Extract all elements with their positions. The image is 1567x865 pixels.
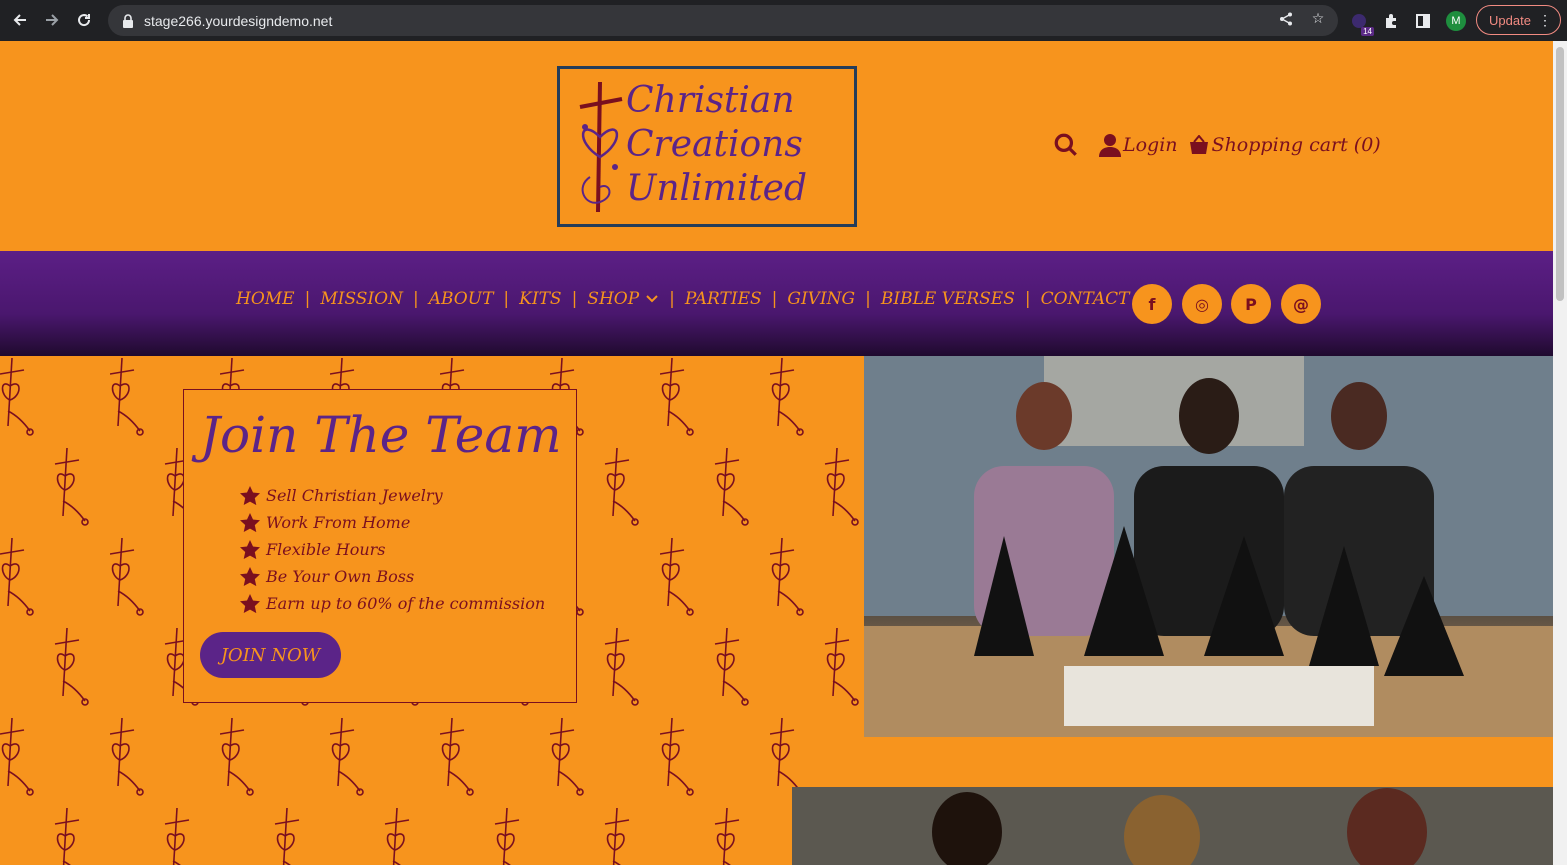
star-icon xyxy=(240,513,260,532)
forward-icon[interactable] xyxy=(36,4,68,36)
reload-icon[interactable] xyxy=(68,4,100,36)
nav-divider: | xyxy=(865,289,871,309)
shopping-cart-link[interactable]: Shopping cart (0) xyxy=(1188,134,1381,156)
extension-badge: 14 xyxy=(1361,26,1374,36)
join-title: Join The Team xyxy=(200,406,562,464)
nav-item-parties[interactable]: PARTIES xyxy=(685,289,762,309)
nav-divider: | xyxy=(669,289,675,309)
cart-label: Shopping cart (0) xyxy=(1211,134,1381,156)
logo-line-2: Creations xyxy=(626,124,803,165)
scrollbar-thumb[interactable] xyxy=(1556,47,1564,301)
nav-item-home[interactable]: HOME xyxy=(236,289,295,309)
list-item: Work From Home xyxy=(240,509,545,536)
benefit-text: Be Your Own Boss xyxy=(266,567,415,586)
star-icon xyxy=(240,594,260,613)
benefits-list: Sell Christian Jewelry Work From Home Fl… xyxy=(240,482,545,617)
list-item: Flexible Hours xyxy=(240,536,545,563)
star-icon xyxy=(240,540,260,559)
pinterest-icon[interactable]: P xyxy=(1231,284,1271,324)
nav-divider: | xyxy=(304,289,311,309)
facebook-icon[interactable]: f xyxy=(1132,284,1172,324)
browser-toolbar: stage266.yourdesigndemo.net ☆ 14 M Updat… xyxy=(0,0,1567,41)
orange-spacer xyxy=(864,737,1553,787)
nav-divider: | xyxy=(771,289,778,309)
nav-item-mission[interactable]: MISSION xyxy=(320,289,403,309)
threads-icon[interactable]: @ xyxy=(1281,284,1321,324)
nav-item-kits[interactable]: KITS xyxy=(519,289,561,309)
back-icon[interactable] xyxy=(4,4,36,36)
user-icon xyxy=(1099,134,1121,157)
list-item: Earn up to 60% of the commission xyxy=(240,590,545,617)
nav-item-bible-verses[interactable]: BIBLE VERSES xyxy=(881,289,1015,309)
basket-icon xyxy=(1189,135,1208,154)
profile-avatar[interactable]: M xyxy=(1446,10,1466,31)
team-photo xyxy=(864,356,1553,737)
nav-divider: | xyxy=(503,289,510,309)
site-logo[interactable]: Christian Creations Unlimited xyxy=(557,66,857,227)
login-link[interactable]: Login xyxy=(1099,133,1178,157)
url-text: stage266.yourdesigndemo.net xyxy=(144,12,333,29)
search-button[interactable] xyxy=(1053,132,1079,158)
page-scrollbar[interactable] xyxy=(1553,41,1567,865)
bookmark-star-icon[interactable]: ☆ xyxy=(1310,11,1326,27)
header-actions: Login Shopping cart (0) xyxy=(1053,132,1381,158)
chevron-down-icon xyxy=(646,295,658,303)
nav-divider: | xyxy=(412,289,419,309)
nav-divider: | xyxy=(571,289,578,309)
update-button[interactable]: Update ⋮ xyxy=(1476,5,1561,35)
star-icon xyxy=(240,486,260,505)
site-header: Christian Creations Unlimited Login Shop… xyxy=(0,41,1553,251)
login-label: Login xyxy=(1123,134,1178,156)
nav-item-about[interactable]: ABOUT xyxy=(429,289,494,309)
main-nav: HOME | MISSION | ABOUT | KITS | SHOP | P… xyxy=(0,251,1553,356)
nav-item-giving[interactable]: GIVING xyxy=(787,289,855,309)
side-panel-icon[interactable] xyxy=(1414,12,1432,30)
benefit-text: Sell Christian Jewelry xyxy=(266,486,443,505)
instagram-icon[interactable]: ◎ xyxy=(1182,284,1222,324)
menu-dots-icon[interactable]: ⋮ xyxy=(1538,12,1552,29)
address-bar[interactable]: stage266.yourdesigndemo.net ☆ xyxy=(108,5,1338,36)
extension-icon[interactable]: 14 xyxy=(1350,12,1374,36)
nav-item-shop-label: SHOP xyxy=(587,289,640,309)
update-label: Update xyxy=(1489,12,1531,28)
logo-line-1: Christian xyxy=(626,80,795,121)
join-team-card: Join The Team Sell Christian Jewelry Wor… xyxy=(183,389,577,703)
share-icon[interactable] xyxy=(1278,11,1294,27)
list-item: Sell Christian Jewelry xyxy=(240,482,545,509)
nav-menu: HOME | MISSION | ABOUT | KITS | SHOP | P… xyxy=(236,289,1129,309)
list-item: Be Your Own Boss xyxy=(240,563,545,590)
join-now-button[interactable]: JOIN NOW xyxy=(200,632,341,678)
benefit-text: Flexible Hours xyxy=(266,540,386,559)
second-photo xyxy=(792,787,1553,865)
logo-line-3: Unlimited xyxy=(626,168,808,209)
nav-item-contact[interactable]: CONTACT xyxy=(1041,289,1130,309)
puzzle-icon[interactable] xyxy=(1382,12,1400,30)
cross-heart-logo-icon xyxy=(579,81,623,213)
search-icon xyxy=(1054,133,1077,156)
nav-divider: | xyxy=(1024,289,1031,309)
star-icon xyxy=(240,567,260,586)
lock-icon xyxy=(123,13,133,28)
benefit-text: Earn up to 60% of the commission xyxy=(266,594,546,613)
nav-item-shop[interactable]: SHOP xyxy=(587,289,659,309)
benefit-text: Work From Home xyxy=(266,513,411,532)
logo-text: Christian Creations Unlimited xyxy=(626,79,807,211)
